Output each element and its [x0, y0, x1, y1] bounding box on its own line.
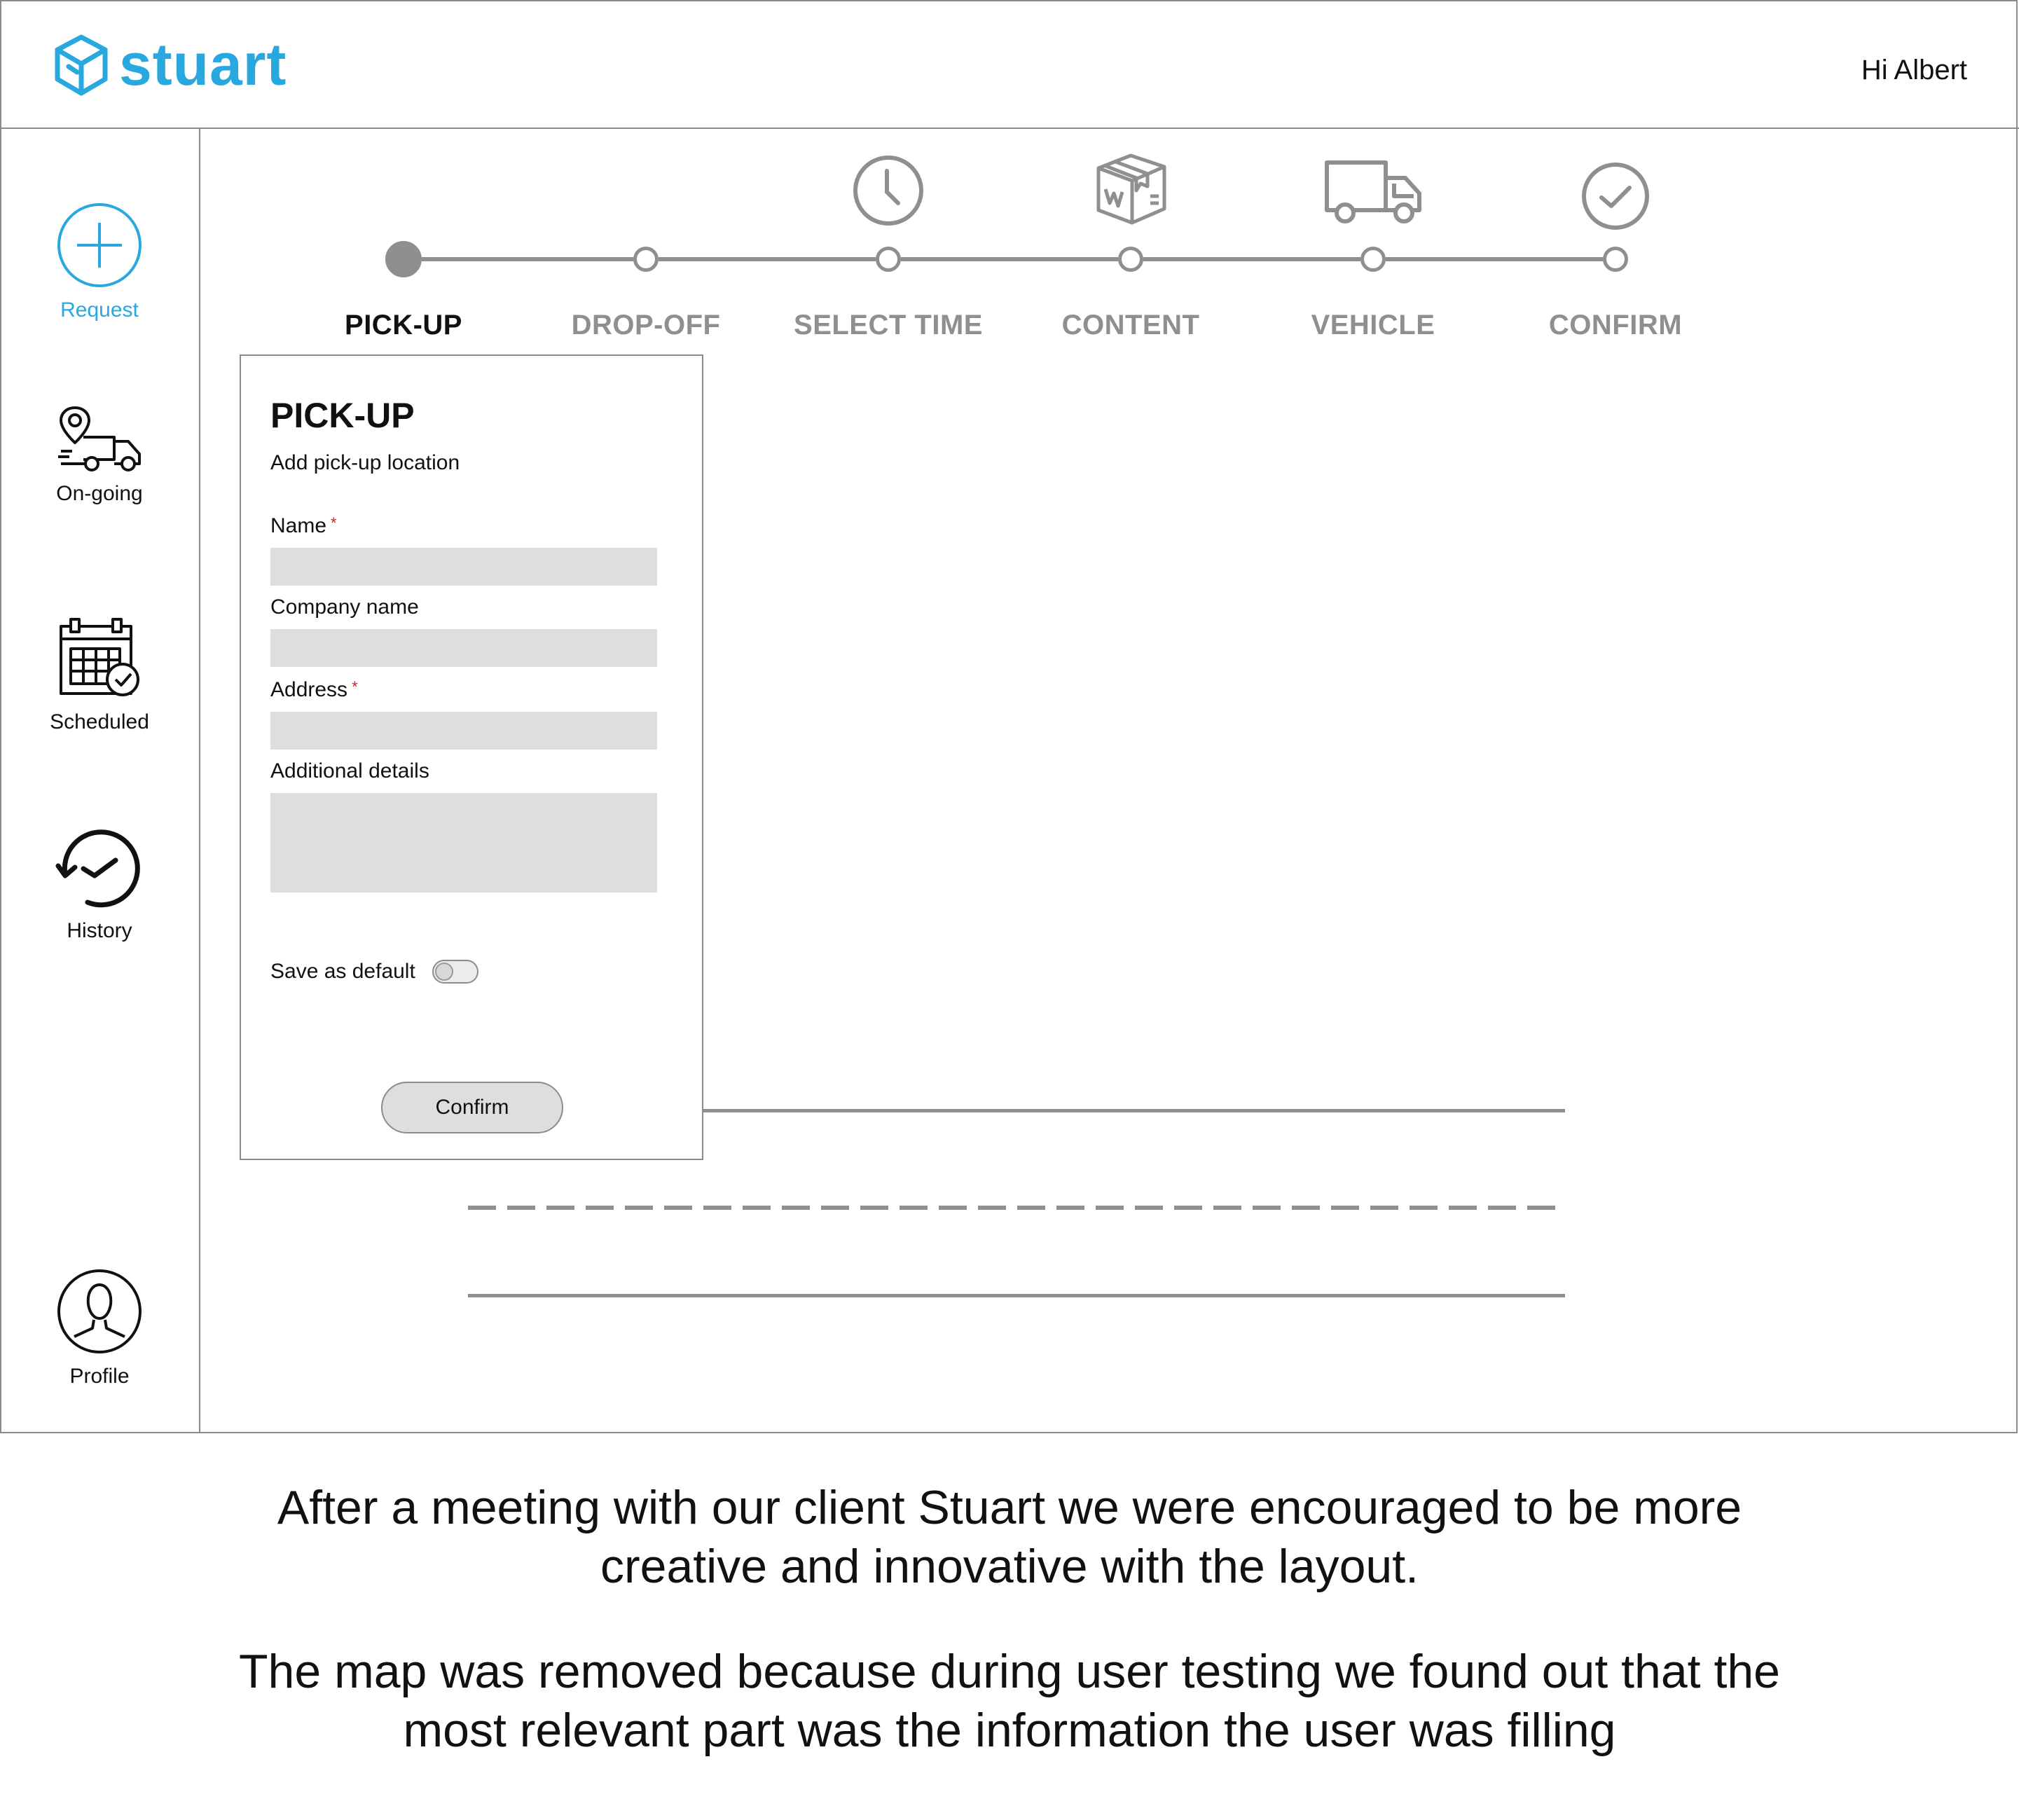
- address-label-text: Address: [270, 678, 348, 701]
- delivery-truck-location-icon: [58, 406, 141, 471]
- placeholder-line: [468, 1294, 1565, 1297]
- step-connector: [1143, 257, 1360, 261]
- step-dot-select-time[interactable]: [876, 247, 901, 272]
- address-label: Address *: [270, 678, 358, 702]
- save-default-label: Save as default: [270, 960, 415, 983]
- step-dot-pick-up[interactable]: [385, 241, 422, 277]
- name-label: Name *: [270, 514, 337, 538]
- save-default-toggle[interactable]: [432, 960, 478, 984]
- sidebar-item-label: On-going: [56, 482, 143, 505]
- stuart-logo-icon: [55, 34, 108, 95]
- address-field[interactable]: [270, 712, 657, 750]
- required-mark: *: [331, 514, 337, 532]
- caption-paragraph-1: After a meeting with our client Stuart w…: [277, 1481, 1742, 1593]
- top-bar: stuart Hi Albert: [0, 0, 2019, 129]
- sidebar-item-request[interactable]: Request: [0, 202, 199, 322]
- name-field[interactable]: [270, 548, 657, 586]
- sidebar-item-on-going[interactable]: On-going: [0, 405, 199, 506]
- name-label-text: Name: [270, 514, 327, 537]
- step-connector: [901, 257, 1118, 261]
- step-label-select-time[interactable]: SELECT TIME: [783, 310, 993, 341]
- step-label-confirm[interactable]: CONFIRM: [1510, 310, 1721, 341]
- step-connector: [659, 257, 876, 261]
- step-dot-vehicle[interactable]: [1360, 247, 1386, 272]
- sidebar: Request On-going Scheduled History Profi…: [0, 129, 200, 1433]
- truck-icon: [1325, 160, 1421, 223]
- step-dot-drop-off[interactable]: [633, 247, 659, 272]
- toggle-knob: [434, 963, 453, 981]
- sidebar-item-scheduled[interactable]: Scheduled: [0, 616, 199, 734]
- package-box-icon: [1096, 153, 1166, 225]
- company-name-label: Company name: [270, 595, 419, 619]
- sidebar-item-label: Profile: [69, 1365, 130, 1388]
- additional-details-field[interactable]: [270, 793, 657, 892]
- confirm-button[interactable]: Confirm: [381, 1082, 563, 1133]
- step-dot-content[interactable]: [1118, 247, 1143, 272]
- clock-icon: [853, 156, 923, 226]
- sidebar-item-profile[interactable]: Profile: [0, 1268, 199, 1388]
- step-label-content[interactable]: CONTENT: [1026, 310, 1236, 341]
- required-mark: *: [352, 678, 358, 696]
- panel-title: PICK-UP: [270, 396, 415, 435]
- save-default-row: Save as default: [270, 960, 478, 984]
- sidebar-item-history[interactable]: History: [0, 825, 199, 943]
- brand-name: stuart: [119, 32, 287, 97]
- step-label-drop-off[interactable]: DROP-OFF: [541, 310, 751, 341]
- sidebar-item-label: Scheduled: [50, 710, 149, 733]
- placeholder-dashed-line: [468, 1206, 1562, 1210]
- user-profile-icon: [57, 1269, 142, 1353]
- sidebar-item-label: History: [67, 919, 132, 942]
- caption-paragraph-2: The map was removed because during user …: [239, 1645, 1780, 1757]
- plus-circle-icon: [57, 203, 142, 287]
- brand-logo[interactable]: stuart: [53, 31, 287, 99]
- placeholder-line: [703, 1109, 1565, 1112]
- step-connector: [1386, 257, 1603, 261]
- additional-details-label: Additional details: [270, 759, 429, 783]
- company-name-field[interactable]: [270, 629, 657, 667]
- calendar-check-icon: [60, 618, 139, 696]
- history-clock-icon: [55, 829, 140, 908]
- step-dot-confirm[interactable]: [1603, 247, 1628, 272]
- panel-subtitle: Add pick-up location: [270, 451, 460, 474]
- user-greeting: Hi Albert: [1861, 55, 1967, 85]
- progress-stepper: PICK-UP DROP-OFF SELECT TIME CONTENT VEH…: [200, 129, 2019, 353]
- sidebar-item-label: Request: [60, 298, 139, 322]
- pickup-form-panel: PICK-UP Add pick-up location Name * Compa…: [240, 354, 703, 1160]
- step-connector: [422, 257, 633, 261]
- check-circle-icon: [1582, 163, 1649, 230]
- step-label-pick-up[interactable]: PICK-UP: [298, 310, 509, 341]
- step-label-vehicle[interactable]: VEHICLE: [1268, 310, 1478, 341]
